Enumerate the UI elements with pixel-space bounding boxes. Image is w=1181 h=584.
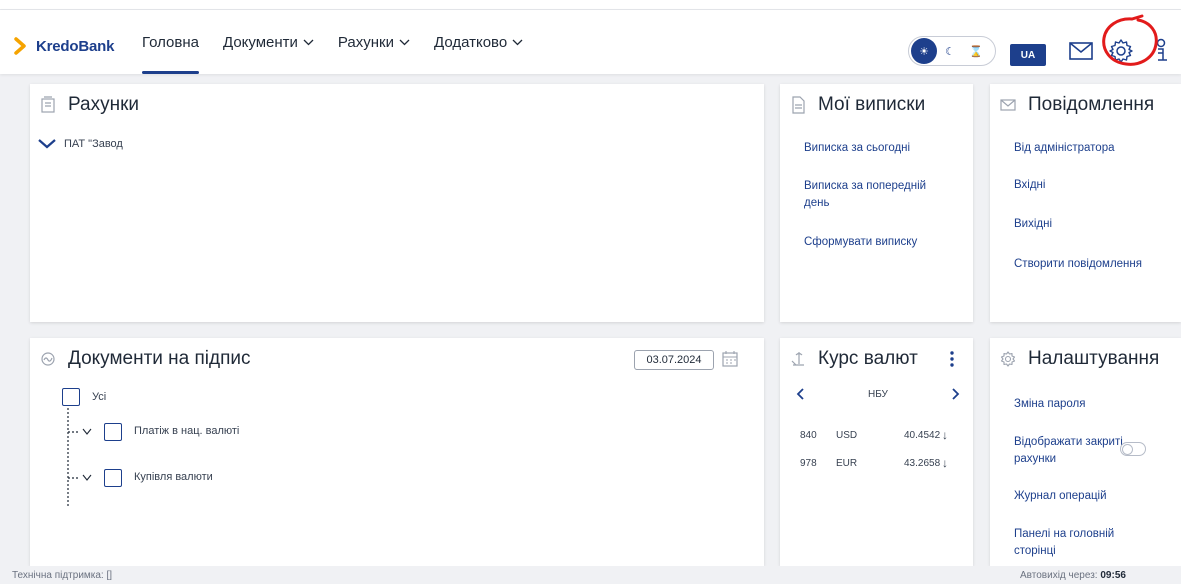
accounts-card: Рахунки ПАТ "Завод [30,84,764,322]
exchange-icon [791,352,804,366]
chevron-down-icon [512,39,523,45]
signature-icon [41,352,55,366]
support-label: Технічна підтримка: [12,570,104,581]
rate-currency: USD [836,430,858,441]
show-closed-accounts-toggle[interactable] [1120,442,1146,456]
nav-documents[interactable]: Документи [211,10,326,74]
main-nav: Головна Документи Рахунки Додатково [130,10,535,74]
account-group-row[interactable]: ПАТ "Завод [38,138,123,150]
rate-code: 840 [800,430,817,441]
footer: Технічна підтримка: [] Автовихід через: … [0,566,1181,584]
select-all-checkbox[interactable] [62,388,80,406]
logo-text: KredoBank [36,37,115,55]
chevron-right-icon[interactable] [950,388,960,400]
statements-card: Мої виписки Виписка за сьогодні Виписка … [780,84,973,322]
currency-purchase-checkbox[interactable] [104,469,122,487]
rate-currency: EUR [836,458,858,469]
more-vertical-icon[interactable] [946,350,958,368]
signing-card-title: Документи на підпис [68,348,251,369]
nav-accounts-label: Рахунки [337,33,394,51]
nav-accounts[interactable]: Рахунки [326,10,422,74]
nav-additional[interactable]: Додатково [422,10,535,74]
account-group-label: ПАТ "Завод [64,138,123,150]
statements-card-title: Мої виписки [818,94,926,115]
mail-icon [1000,99,1016,111]
rate-value: 40.4542 [904,430,941,441]
payment-national-currency-checkbox[interactable] [104,423,122,441]
payment-national-currency-label: Платіж в нац. валюті [134,425,240,437]
logo[interactable]: KredoBank [14,34,114,58]
theme-toggle: ☀ ☾ ⌛ [908,36,996,66]
messages-outbox-link[interactable]: Вихідні [1014,216,1052,233]
messages-card: Повідомлення Від адміністратора Вхідні В… [990,84,1181,322]
operations-log-link[interactable]: Журнал операцій [1014,488,1107,505]
chevron-left-icon[interactable] [796,388,806,400]
create-statement-link[interactable]: Сформувати виписку [804,234,944,251]
moon-icon[interactable]: ☾ [937,38,963,64]
messages-from-admin-link[interactable]: Від адміністратора [1014,140,1115,157]
gear-icon [1000,351,1016,367]
rate-value: 43.2658 [904,458,941,469]
messages-card-title: Повідомлення [1028,94,1155,115]
statement-today-link[interactable]: Виписка за сьогодні [804,140,944,157]
change-password-link[interactable]: Зміна пароля [1014,396,1085,413]
mail-icon[interactable] [1068,38,1094,64]
document-icon [792,96,805,114]
chevron-down-icon [399,39,410,45]
trend-down-icon: ↓ [942,456,948,470]
nav-home-label: Головна [142,33,199,51]
settings-card: Налаштування Зміна пароля Відображати за… [990,338,1181,566]
logo-chevron-icon [14,37,26,55]
user-icon[interactable] [1150,38,1172,64]
calendar-icon[interactable] [722,350,738,368]
autologout-label: Автовихід через: [1020,570,1098,581]
support-info: Технічна підтримка: [] [12,570,112,581]
currency-purchase-label: Купівля валюти [134,471,213,483]
gear-icon[interactable] [1108,38,1134,64]
top-strip [0,0,1181,10]
document-stack-icon [41,96,55,113]
support-value: [] [106,570,113,581]
create-message-link[interactable]: Створити повідомлення [1014,256,1174,273]
header: KredoBank Головна Документи Рахунки Дода… [0,10,1181,74]
rates-card-title: Курс валют [818,348,918,369]
show-closed-accounts-label: Відображати закриті рахунки [1014,436,1123,465]
rates-card: Курс валют НБУ 840 USD 40.4542 ↓ 978 EUR… [780,338,973,566]
rate-source-label: НБУ [868,389,888,400]
autologout-time: 09:56 [1100,570,1126,581]
home-panels-link[interactable]: Панелі на головній сторінці [1014,526,1134,560]
nav-documents-label: Документи [223,33,298,51]
trend-down-icon: ↓ [942,428,948,442]
nav-home[interactable]: Головна [130,10,211,74]
chevron-down-icon [38,139,56,149]
accounts-card-title: Рахунки [68,94,140,115]
language-button[interactable]: UA [1010,44,1046,66]
nav-additional-label: Додатково [434,33,508,51]
settings-card-title: Налаштування [1028,348,1160,369]
sun-icon[interactable]: ☀ [911,38,937,64]
signing-card: Документи на підпис 03.07.2024 Усі Платі… [30,338,764,566]
date-input[interactable]: 03.07.2024 [634,350,714,370]
chevron-down-icon [303,39,314,45]
select-all-label: Усі [92,391,107,403]
messages-inbox-link[interactable]: Вхідні [1014,177,1045,194]
statement-previous-day-link[interactable]: Виписка за попередній день [804,178,934,212]
autologout-info: Автовихід через: 09:56 [1020,570,1181,581]
rate-code: 978 [800,458,817,469]
hourglass-icon[interactable]: ⌛ [963,38,989,64]
